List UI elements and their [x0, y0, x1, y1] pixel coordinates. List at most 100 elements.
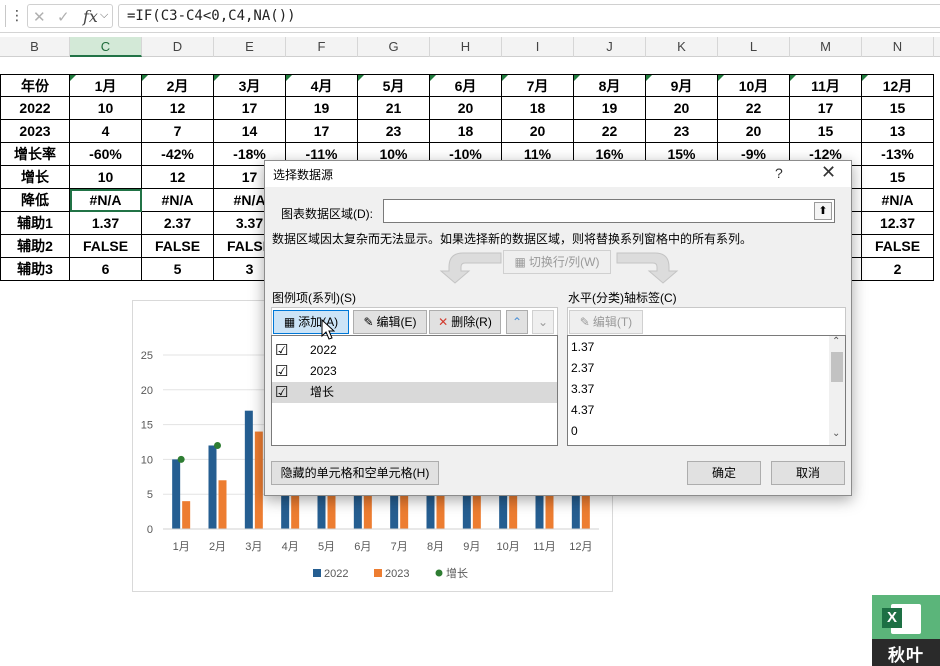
delete-series-button[interactable]: ✕ 删除(R) — [429, 310, 501, 334]
table-cell[interactable]: 7 — [142, 120, 214, 143]
table-cell[interactable]: 20 — [718, 120, 790, 143]
table-cell[interactable]: 12 — [142, 166, 214, 189]
enter-icon[interactable]: ✓ — [57, 8, 70, 26]
table-cell[interactable]: 2月 — [142, 74, 214, 97]
series-checkbox[interactable]: ☑ — [275, 364, 288, 379]
table-cell[interactable]: #N/A — [70, 189, 142, 212]
close-button[interactable]: ✕ — [821, 162, 836, 183]
table-cell[interactable]: 8月 — [574, 74, 646, 97]
table-cell[interactable]: 10 — [70, 97, 142, 120]
row-label-cell[interactable]: 辅助3 — [0, 258, 70, 281]
table-cell[interactable]: 22 — [574, 120, 646, 143]
table-cell[interactable]: 12 — [142, 97, 214, 120]
row-label-cell[interactable]: 辅助2 — [0, 235, 70, 258]
table-cell[interactable]: #N/A — [142, 189, 214, 212]
row-label-cell[interactable]: 降低 — [0, 189, 70, 212]
table-cell[interactable]: 3月 — [214, 74, 286, 97]
table-cell[interactable]: 11月 — [790, 74, 862, 97]
move-down-button[interactable]: ⌄ — [532, 310, 554, 334]
table-cell[interactable]: 18 — [502, 97, 574, 120]
column-header-k[interactable]: K — [646, 37, 718, 57]
series-checkbox[interactable]: ☑ — [275, 343, 288, 358]
row-label-cell[interactable]: 年份 — [0, 74, 70, 97]
table-cell[interactable]: 9月 — [646, 74, 718, 97]
edit-axis-labels-button[interactable]: ✎ 编辑(T) — [569, 310, 643, 334]
column-header-d[interactable]: D — [142, 37, 214, 57]
chevron-down-icon[interactable]: ⌵ — [100, 8, 108, 22]
table-cell[interactable]: 7月 — [502, 74, 574, 97]
scroll-down-icon[interactable]: ⌄ — [832, 428, 840, 439]
table-cell[interactable]: 6 — [70, 258, 142, 281]
table-cell[interactable]: 19 — [574, 97, 646, 120]
table-cell[interactable]: FALSE — [862, 235, 934, 258]
column-header-h[interactable]: H — [430, 37, 502, 57]
series-item[interactable]: ☑ 2022 — [272, 340, 557, 361]
column-header-b[interactable]: B — [0, 37, 70, 57]
table-cell[interactable]: 1月 — [70, 74, 142, 97]
table-cell[interactable]: 12.37 — [862, 212, 934, 235]
table-cell[interactable]: 1.37 — [70, 212, 142, 235]
column-header-m[interactable]: M — [790, 37, 862, 57]
series-item[interactable]: ☑ 增长 — [272, 382, 557, 403]
column-header-i[interactable]: I — [502, 37, 574, 57]
table-cell[interactable]: #N/A — [862, 189, 934, 212]
axis-label-item[interactable]: 4.37 — [571, 400, 594, 421]
table-cell[interactable]: 15 — [862, 166, 934, 189]
table-cell[interactable]: 23 — [358, 120, 430, 143]
row-label-cell[interactable]: 2022 — [0, 97, 70, 120]
table-cell[interactable]: 21 — [358, 97, 430, 120]
table-cell[interactable]: 20 — [430, 97, 502, 120]
edit-series-button[interactable]: ✎ 编辑(E) — [353, 310, 427, 334]
move-up-button[interactable]: ⌃ — [506, 310, 528, 334]
table-cell[interactable]: -42% — [142, 143, 214, 166]
axis-label-item[interactable]: 3.37 — [571, 379, 594, 400]
table-cell[interactable]: 17 — [286, 120, 358, 143]
table-cell[interactable]: 22 — [718, 97, 790, 120]
scroll-up-icon[interactable]: ⌃ — [832, 336, 840, 347]
scroll-thumb[interactable] — [831, 352, 843, 382]
add-series-button[interactable]: ▦ 添加(A) — [273, 310, 349, 334]
table-cell[interactable]: 2 — [862, 258, 934, 281]
table-cell[interactable]: 15 — [862, 97, 934, 120]
column-header-c[interactable]: C — [70, 37, 142, 57]
range-input[interactable]: ⬆ — [383, 199, 835, 223]
table-cell[interactable]: FALSE — [70, 235, 142, 258]
column-header-n[interactable]: N — [862, 37, 934, 57]
table-cell[interactable]: 19 — [286, 97, 358, 120]
table-cell[interactable]: 4 — [70, 120, 142, 143]
table-cell[interactable]: 4月 — [286, 74, 358, 97]
row-label-cell[interactable]: 辅助1 — [0, 212, 70, 235]
table-cell[interactable]: 5 — [142, 258, 214, 281]
help-button[interactable]: ? — [775, 165, 783, 181]
name-box-edge[interactable] — [0, 5, 6, 27]
table-cell[interactable]: 17 — [214, 97, 286, 120]
formula-input[interactable]: =IF(C3-C4<0,C4,NA()) — [118, 4, 940, 28]
cancel-button[interactable]: 取消 — [771, 461, 845, 485]
table-cell[interactable]: 10月 — [718, 74, 790, 97]
column-header-e[interactable]: E — [214, 37, 286, 57]
row-label-cell[interactable]: 增长 — [0, 166, 70, 189]
table-cell[interactable]: FALSE — [142, 235, 214, 258]
column-header-g[interactable]: G — [358, 37, 430, 57]
table-cell[interactable]: 13 — [862, 120, 934, 143]
table-cell[interactable]: 15 — [790, 120, 862, 143]
axis-label-item[interactable]: 1.37 — [571, 337, 594, 358]
row-label-cell[interactable]: 增长率 — [0, 143, 70, 166]
table-cell[interactable]: -13% — [862, 143, 934, 166]
axis-label-item[interactable]: 0 — [571, 421, 578, 442]
table-cell[interactable]: 20 — [502, 120, 574, 143]
axis-label-item[interactable]: 2.37 — [571, 358, 594, 379]
collapse-dialog-icon[interactable]: ⬆ — [814, 202, 832, 220]
table-cell[interactable]: 17 — [790, 97, 862, 120]
column-header-j[interactable]: J — [574, 37, 646, 57]
series-checkbox[interactable]: ☑ — [275, 385, 288, 400]
more-options-icon[interactable]: ⋮ — [10, 8, 24, 24]
series-item[interactable]: ☑ 2023 — [272, 361, 557, 382]
column-header-l[interactable]: L — [718, 37, 790, 57]
table-cell[interactable]: 12月 — [862, 74, 934, 97]
cancel-icon[interactable]: ✕ — [33, 8, 46, 26]
table-cell[interactable]: 14 — [214, 120, 286, 143]
switch-row-column-button[interactable]: ▦ 切换行/列(W) — [503, 250, 611, 274]
column-header-f[interactable]: F — [286, 37, 358, 57]
ok-button[interactable]: 确定 — [687, 461, 761, 485]
